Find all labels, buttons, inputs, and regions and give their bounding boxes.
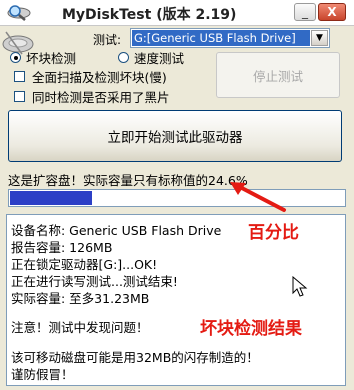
mouse-cursor-icon bbox=[292, 276, 308, 297]
annotation-arrow-icon bbox=[230, 182, 286, 212]
title-bar[interactable]: MyDiskTest (版本 2.19) _ X bbox=[0, 0, 354, 26]
progress-fill bbox=[10, 191, 92, 205]
checkbox-full-scan[interactable]: 全面扫描及检测坏块(慢) bbox=[14, 67, 167, 86]
device-select[interactable]: G:[Generic USB Flash Drive] ▼ bbox=[130, 28, 330, 48]
stop-test-button[interactable]: 停止测试 bbox=[216, 52, 340, 98]
radio-speed-test[interactable]: 速度测试 bbox=[118, 48, 184, 67]
capacity-progress-bar bbox=[8, 189, 346, 207]
annotation-percent: 百分比 bbox=[248, 223, 299, 243]
annotation-bad-block-result: 坏块检测结果 bbox=[200, 319, 302, 339]
start-test-button[interactable]: 立即开始测试此驱动器 bbox=[8, 110, 342, 162]
app-window: MyDiskTest (版本 2.19) _ X 测试: G:[Generic … bbox=[0, 0, 354, 390]
close-button[interactable]: X bbox=[318, 3, 346, 21]
chevron-down-icon[interactable]: ▼ bbox=[311, 30, 328, 46]
checkbox-black-chip[interactable]: 同时检测是否采用了黑片 bbox=[14, 87, 170, 106]
minimize-button[interactable]: _ bbox=[294, 3, 316, 21]
checkbox-indicator[interactable] bbox=[14, 91, 25, 102]
checkbox-label: 全面扫描及检测坏块(慢) bbox=[32, 70, 167, 85]
status-message: 这是扩容盘！实际容量只有标称值的24.6% bbox=[8, 173, 248, 188]
magnifier-disk-icon bbox=[7, 5, 31, 21]
radio-bad-block-test[interactable]: 坏块检测 bbox=[10, 48, 76, 67]
radio-label: 速度测试 bbox=[134, 51, 185, 66]
checkbox-indicator[interactable] bbox=[14, 71, 25, 82]
result-line: 注意！测试中发现问题！ bbox=[11, 320, 149, 335]
result-line: 谨防假冒！ bbox=[11, 367, 74, 382]
window-title: MyDiskTest (版本 2.19) bbox=[62, 7, 237, 23]
radio-label: 坏块检测 bbox=[26, 51, 77, 66]
checkbox-label: 同时检测是否采用了黑片 bbox=[32, 90, 170, 105]
result-line: 实际容量: 至多31.23MB bbox=[11, 291, 150, 306]
device-selected-value: G:[Generic USB Flash Drive] bbox=[132, 30, 310, 46]
radio-indicator[interactable] bbox=[10, 52, 21, 63]
radio-indicator[interactable] bbox=[118, 52, 129, 63]
device-label: 测试: bbox=[93, 33, 122, 47]
